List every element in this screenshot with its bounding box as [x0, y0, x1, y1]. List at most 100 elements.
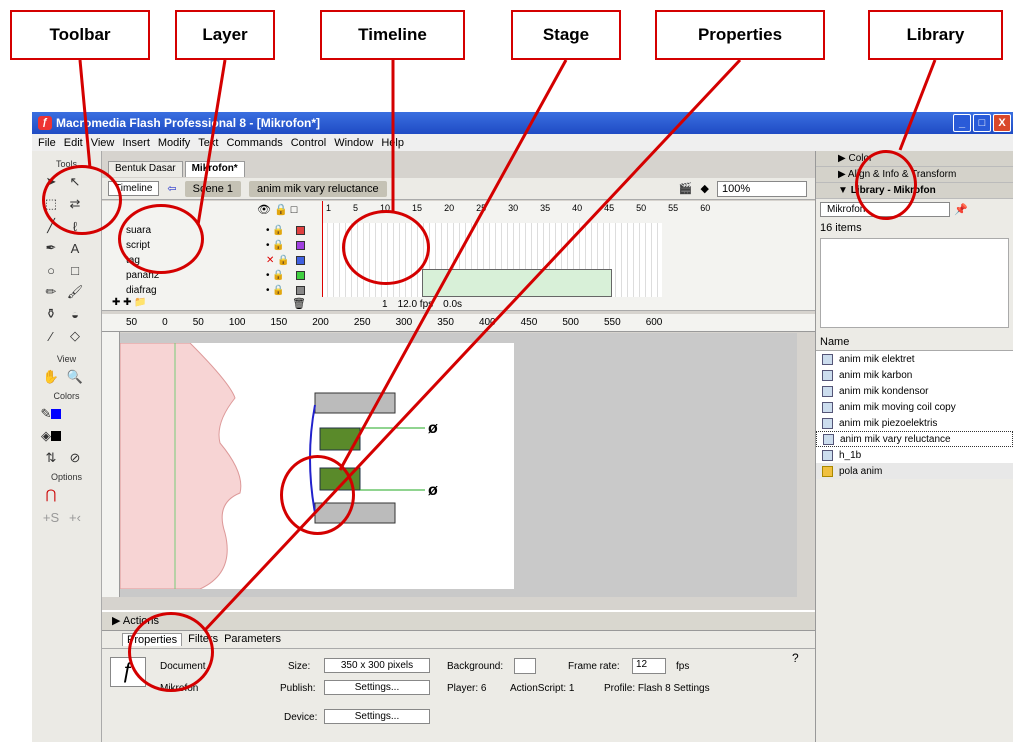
tab-parameters[interactable]: Parameters: [224, 633, 281, 646]
size-label: Size:: [288, 661, 311, 672]
rect-tool-icon[interactable]: □: [64, 260, 86, 280]
list-item[interactable]: anim mik moving coil copy: [816, 399, 1013, 415]
snap-magnet-icon[interactable]: ⋂: [40, 485, 62, 505]
framerate-input[interactable]: 12: [632, 658, 666, 674]
zoom-tool-icon[interactable]: 🔍: [64, 367, 86, 387]
menu-commands[interactable]: Commands: [226, 137, 282, 149]
menu-text[interactable]: Text: [198, 137, 218, 149]
menu-insert[interactable]: Insert: [122, 137, 150, 149]
list-item[interactable]: anim mik piezoelektris: [816, 415, 1013, 431]
back-arrow-icon[interactable]: ⇦: [167, 182, 176, 195]
library-preview: [820, 238, 1009, 328]
menu-modify[interactable]: Modify: [158, 137, 190, 149]
list-item[interactable]: anim mik karbon: [816, 367, 1013, 383]
layer-row[interactable]: diafrag • 🔒: [102, 283, 322, 297]
highlight-circle-stage: [280, 455, 355, 535]
brush-tool-icon[interactable]: 🖌: [64, 282, 86, 302]
svg-text:ø: ø: [428, 482, 438, 499]
pen-tool-icon[interactable]: ✒: [40, 238, 62, 258]
actionscript-label: ActionScript: 1: [510, 683, 575, 694]
view-label: View: [56, 354, 77, 364]
scene-breadcrumb[interactable]: Scene 1: [184, 180, 242, 197]
device-settings-button[interactable]: Settings...: [324, 709, 430, 724]
ink-bottle-icon[interactable]: ⚱: [40, 304, 62, 324]
menu-window[interactable]: Window: [334, 137, 373, 149]
fill-color-icon[interactable]: ◈: [40, 426, 62, 446]
list-item[interactable]: anim mik kondensor: [816, 383, 1013, 399]
layer-header-icons: 👁 🔒 □: [257, 204, 298, 216]
playhead[interactable]: [322, 201, 323, 297]
movieclip-icon: [822, 385, 833, 397]
menu-help[interactable]: Help: [381, 137, 404, 149]
background-label: Background:: [447, 661, 504, 672]
menu-edit[interactable]: Edit: [64, 137, 83, 149]
window-titlebar: ƒ Macromedia Flash Professional 8 - [Mik…: [32, 112, 1013, 134]
zoom-select[interactable]: 100%: [717, 180, 807, 197]
document-area: Bentuk Dasar Mikrofon* Timeline ⇦ Scene …: [102, 151, 815, 610]
tab-bentuk-dasar[interactable]: Bentuk Dasar: [108, 161, 183, 177]
movieclip-icon: [822, 417, 833, 429]
size-button[interactable]: 350 x 300 pixels: [324, 658, 430, 673]
edit-symbol-icon[interactable]: ◆: [701, 182, 709, 195]
document-tabs: Bentuk Dasar Mikrofon*: [102, 161, 245, 177]
movieclip-icon: [823, 433, 834, 445]
eraser-icon[interactable]: ◇: [64, 326, 86, 346]
items-count: 16 items: [820, 222, 862, 234]
options-label: Options: [50, 472, 83, 482]
framerate-label: Frame rate:: [568, 661, 620, 672]
help-icon[interactable]: ?: [792, 651, 799, 665]
stroke-color-icon[interactable]: ✎: [40, 404, 62, 424]
tween-frames[interactable]: [422, 269, 612, 297]
tab-mikrofon[interactable]: Mikrofon*: [184, 161, 245, 177]
minimize-button[interactable]: _: [953, 114, 971, 132]
color-panel-header[interactable]: ▶ Color: [816, 151, 1013, 167]
stage-area: ø ø: [119, 333, 797, 597]
add-layer-icon[interactable]: ✚ ✚ 📁: [112, 297, 147, 308]
close-button[interactable]: X: [993, 114, 1011, 132]
callout-library: Library: [868, 10, 1003, 60]
edit-scene-icon[interactable]: 🎬: [679, 182, 693, 195]
tools-panel: Tools ➤ ↖ ⬚ ⇄ ╱ ℓ ✒ A ○ □ ✏ 🖌 ⚱ ◒ ⁄ ◇ Vi…: [32, 151, 102, 742]
list-item[interactable]: pola anim: [816, 463, 1013, 479]
background-color-swatch[interactable]: [514, 658, 536, 674]
layer-row[interactable]: panah2 • 🔒: [102, 268, 322, 282]
paint-bucket-icon[interactable]: ◒: [64, 304, 86, 324]
timeline-panel: 👁 🔒 □ suara • 🔒 script • 🔒 tag ✕ 🔒 panah2 • …: [102, 201, 815, 311]
publish-settings-button[interactable]: Settings...: [324, 680, 430, 695]
highlight-circle-layer: [118, 204, 204, 274]
svg-text:ø: ø: [428, 420, 438, 437]
movieclip-icon: [822, 369, 833, 381]
pencil-tool-icon[interactable]: ✏: [40, 282, 62, 302]
maximize-button[interactable]: □: [973, 114, 991, 132]
list-item[interactable]: anim mik vary reluctance: [816, 431, 1013, 447]
list-item[interactable]: h_1b: [816, 447, 1013, 463]
highlight-circle-toolbar: [42, 165, 122, 235]
name-column-header[interactable]: Name: [816, 334, 1013, 351]
no-color-icon[interactable]: ⊘: [64, 448, 86, 468]
highlight-circle-timeline: [342, 210, 430, 285]
menu-view[interactable]: View: [91, 137, 115, 149]
window-title: Macromedia Flash Professional 8 - [Mikro…: [56, 116, 321, 130]
pin-icon[interactable]: 📌: [954, 203, 968, 216]
list-item[interactable]: anim mik elektret: [816, 351, 1013, 367]
callout-timeline: Timeline: [320, 10, 465, 60]
movieclip-icon: [822, 449, 833, 461]
callout-stage: Stage: [511, 10, 621, 60]
straighten-icon[interactable]: +‹: [64, 507, 86, 527]
timeline-status: 1 12.0 fps 0.0s: [382, 298, 463, 310]
delete-layer-icon[interactable]: 🗑: [292, 297, 306, 310]
callout-properties: Properties: [655, 10, 825, 60]
swap-colors-icon[interactable]: ⇅: [40, 448, 62, 468]
menu-file[interactable]: File: [38, 137, 56, 149]
oval-tool-icon[interactable]: ○: [40, 260, 62, 280]
text-tool-icon[interactable]: A: [64, 238, 86, 258]
eyedropper-icon[interactable]: ⁄: [40, 326, 62, 346]
publish-label: Publish:: [280, 683, 316, 694]
callout-toolbar: Toolbar: [10, 10, 150, 60]
menu-bar: File Edit View Insert Modify Text Comman…: [32, 134, 1013, 151]
smooth-icon[interactable]: +S: [40, 507, 62, 527]
symbol-breadcrumb[interactable]: anim mik vary reluctance: [249, 180, 387, 197]
hand-tool-icon[interactable]: ✋: [40, 367, 62, 387]
menu-control[interactable]: Control: [291, 137, 326, 149]
actions-panel-header[interactable]: ▶ Actions: [102, 612, 815, 630]
